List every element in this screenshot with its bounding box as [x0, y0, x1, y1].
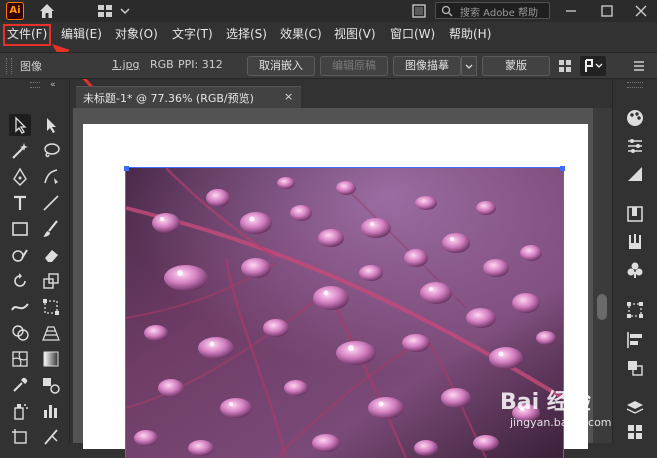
chevron-down-icon	[465, 64, 473, 69]
image-trace-button[interactable]: 图像描摹	[393, 56, 461, 76]
libraries-panel-icon[interactable]	[624, 203, 646, 225]
image-trace-dropdown[interactable]	[461, 56, 477, 76]
blend-tool-icon[interactable]	[40, 374, 62, 396]
brushes-panel-icon[interactable]	[624, 231, 646, 253]
eraser-tool-icon[interactable]	[40, 244, 62, 266]
mesh-tool-icon[interactable]	[9, 348, 31, 370]
rectangle-tool-icon[interactable]	[9, 218, 31, 240]
control-bar: 图像 1.jpg RGB PPI: 312 取消嵌入 编辑原稿 图像描摹 蒙版	[0, 52, 657, 79]
artboard-tool-icon[interactable]	[9, 426, 31, 448]
color-mode-label: RGB	[150, 58, 174, 71]
free-transform-tool-icon[interactable]	[40, 296, 62, 318]
pathfinder-panel-icon[interactable]	[624, 357, 646, 379]
edit-original-button[interactable]: 编辑原稿	[320, 56, 388, 76]
placed-image-leaf-water-drops[interactable]	[125, 167, 564, 458]
symbols-panel-icon[interactable]	[624, 259, 646, 281]
scale-tool-icon[interactable]	[40, 270, 62, 292]
symbol-sprayer-tool-icon[interactable]	[9, 400, 31, 422]
grip-handle[interactable]	[6, 58, 12, 74]
panel-grip[interactable]	[30, 82, 40, 88]
gradient-panel-icon[interactable]	[624, 163, 646, 185]
direct-selection-tool-icon[interactable]	[40, 114, 62, 136]
mask-button[interactable]: 蒙版	[482, 56, 550, 76]
object-type-label: 图像	[20, 60, 42, 73]
lasso-tool-icon[interactable]	[40, 140, 62, 162]
line-segment-tool-icon[interactable]	[40, 192, 62, 214]
curvature-tool-icon[interactable]	[40, 166, 62, 188]
collapse-icon[interactable]: «	[50, 80, 56, 90]
watermark-url: jingyan.baidu.com	[510, 416, 612, 429]
type-tool-icon[interactable]	[9, 192, 31, 214]
selection-handle[interactable]	[124, 166, 129, 171]
align-icon[interactable]	[556, 57, 574, 75]
watermark-brand: Bai 经验	[500, 390, 591, 415]
leaf-water-drops-image	[126, 168, 563, 458]
gradient-tool-icon[interactable]	[40, 348, 62, 370]
linked-file-name[interactable]: 1.jpg	[112, 58, 140, 71]
document-tab[interactable]: 未标题-1* @ 77.36% (RGB/预览) ×	[76, 86, 301, 108]
eyedropper-tool-icon[interactable]	[9, 374, 31, 396]
transform-panel-icon[interactable]	[580, 56, 606, 76]
baidu-jingyan-watermark: Bai 经验 jingyan.baidu.com	[500, 380, 650, 440]
rotate-tool-icon[interactable]	[9, 270, 31, 292]
properties-panel-icon[interactable]	[624, 135, 646, 157]
unembed-button[interactable]: 取消嵌入	[247, 56, 315, 76]
panel-grip[interactable]	[627, 82, 643, 88]
transform-panel-icon[interactable]	[624, 299, 646, 321]
align-panel-icon[interactable]	[624, 329, 646, 351]
column-graph-tool-icon[interactable]	[40, 400, 62, 422]
magic-wand-tool-icon[interactable]	[9, 140, 31, 162]
paintbrush-tool-icon[interactable]	[40, 218, 62, 240]
scrollbar-thumb[interactable]	[597, 294, 607, 320]
selection-tool-icon[interactable]	[9, 114, 31, 136]
tools-panel: «	[0, 79, 70, 445]
slice-tool-icon[interactable]	[40, 426, 62, 448]
panel-menu-icon[interactable]	[630, 57, 648, 75]
shaper-tool-icon[interactable]	[9, 244, 31, 266]
pen-tool-icon[interactable]	[9, 166, 31, 188]
document-tab-title: 未标题-1* @ 77.36% (RGB/预览)	[83, 92, 254, 105]
color-panel-icon[interactable]	[624, 107, 646, 129]
perspective-grid-tool-icon[interactable]	[40, 322, 62, 344]
ppi-label: PPI: 312	[178, 58, 223, 71]
selection-handle[interactable]	[560, 166, 565, 171]
width-tool-icon[interactable]	[9, 296, 31, 318]
shape-builder-tool-icon[interactable]	[9, 322, 31, 344]
close-tab-icon[interactable]: ×	[284, 90, 293, 103]
